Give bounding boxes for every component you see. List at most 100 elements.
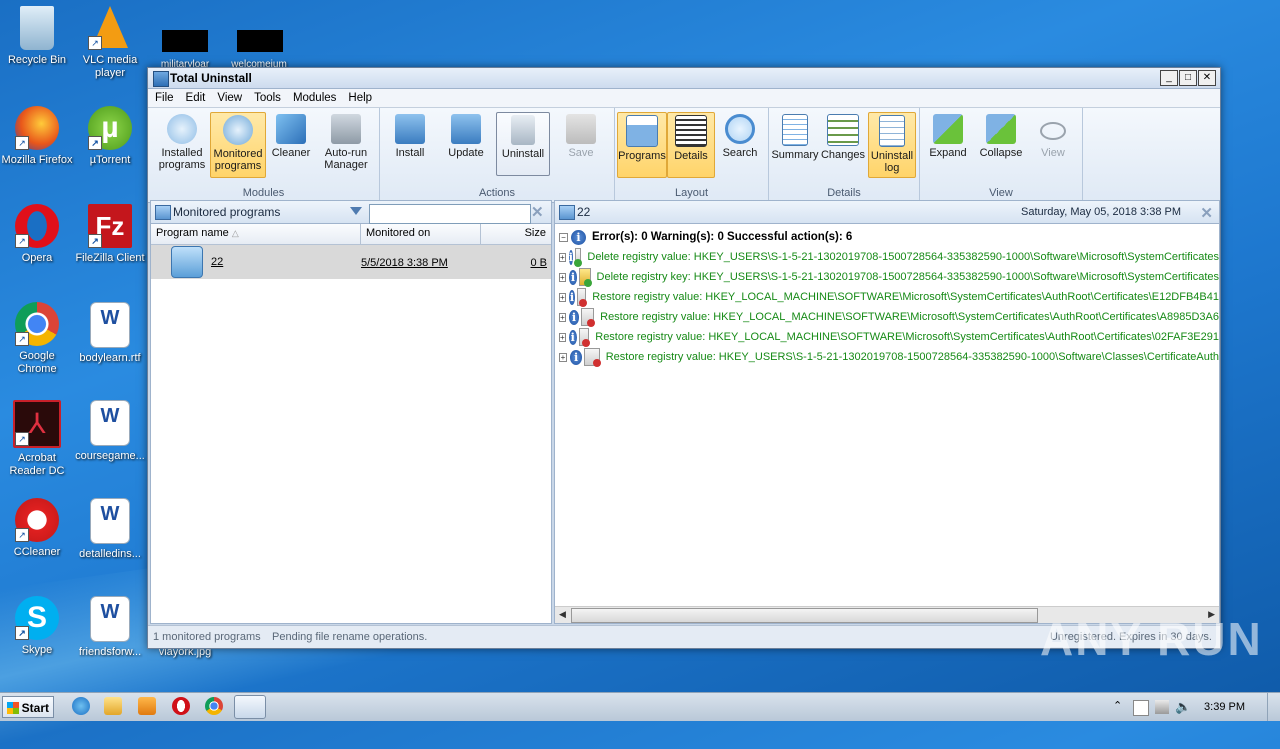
desktop-icon-bodylearn[interactable]: W bodylearn.rtf xyxy=(73,302,147,365)
cleaner-button[interactable]: Cleaner xyxy=(268,112,314,176)
desktop-icon-ccleaner[interactable]: ↗ CCleaner xyxy=(0,498,74,559)
clock[interactable]: 3:39 PM xyxy=(1204,701,1245,713)
close-button[interactable]: ✕ xyxy=(1198,70,1216,86)
column-monitored-on[interactable]: Monitored on xyxy=(361,224,481,244)
status-count: 1 monitored programs xyxy=(153,631,261,643)
file-explorer-icon[interactable] xyxy=(104,697,122,715)
ccleaner-icon: ↗ xyxy=(15,498,59,542)
network-icon[interactable] xyxy=(1155,700,1169,714)
redacted-icon[interactable] xyxy=(162,30,208,52)
expand-toggle-icon[interactable]: + xyxy=(559,352,567,362)
desktop-icon-filezilla[interactable]: Fz ↗ FileZilla Client xyxy=(73,204,147,265)
search-button[interactable]: Search xyxy=(717,112,763,176)
expand-tree-icon xyxy=(933,114,963,144)
install-button[interactable]: Install xyxy=(386,112,434,176)
desktop-icon-coursegame[interactable]: W coursegame... xyxy=(73,400,147,463)
desktop-icon-label: friendsforw... xyxy=(78,646,142,658)
monitored-programs-button[interactable]: Monitored programs xyxy=(210,112,266,178)
expand-toggle-icon[interactable]: + xyxy=(559,252,566,262)
menu-file[interactable]: File xyxy=(155,92,174,104)
collapse-button[interactable]: Collapse xyxy=(974,112,1028,176)
desktop-icon-skype[interactable]: S ↗ Skype xyxy=(0,596,74,657)
skype-icon: S ↗ xyxy=(15,596,59,640)
desktop-icon-firefox[interactable]: ↗ Mozilla Firefox xyxy=(0,106,74,167)
volume-icon[interactable]: 🔈 xyxy=(1175,699,1191,715)
save-button[interactable]: Save xyxy=(558,112,604,176)
log-entry[interactable]: + i Restore registry value: HKEY_LOCAL_M… xyxy=(555,307,1219,327)
programs-layout-button[interactable]: Programs xyxy=(617,112,667,178)
desktop-icon-vlc[interactable]: ↗ VLC media player xyxy=(73,6,147,80)
opera-icon[interactable] xyxy=(172,697,190,715)
clear-filter-icon[interactable]: ✕ xyxy=(531,203,544,221)
summary-icon xyxy=(782,114,808,146)
menu-help[interactable]: Help xyxy=(348,92,372,104)
table-row[interactable]: 22 5/5/2018 3:38 PM 0 B xyxy=(151,245,551,279)
redacted-icon[interactable] xyxy=(237,30,283,52)
menu-view[interactable]: View xyxy=(217,92,242,104)
expand-button[interactable]: Expand xyxy=(924,112,972,176)
desktop-icon-detalledins[interactable]: W detalledins... xyxy=(73,498,147,561)
details-layout-button[interactable]: Details xyxy=(667,112,715,178)
registry-restore-icon xyxy=(584,348,601,367)
minimize-button[interactable]: _ xyxy=(1160,70,1178,86)
log-entry[interactable]: + i Delete registry key: HKEY_USERS\S-1-… xyxy=(555,267,1219,287)
details-date: Saturday, May 05, 2018 3:38 PM xyxy=(1021,206,1181,218)
search-icon xyxy=(725,114,755,144)
menu-tools[interactable]: Tools xyxy=(254,92,281,104)
desktop-icon-acrobat[interactable]: ⅄ ↗ Acrobat Reader DC xyxy=(0,400,74,478)
changes-button[interactable]: Changes xyxy=(819,112,867,176)
menu-modules[interactable]: Modules xyxy=(293,92,336,104)
scrollbar-thumb[interactable] xyxy=(571,608,1038,623)
window-titlebar[interactable]: Total Uninstall _ □ ✕ xyxy=(148,68,1220,89)
uninstall-log-button[interactable]: Uninstall log xyxy=(868,112,916,178)
installed-programs-button[interactable]: Installed programs xyxy=(156,112,208,176)
column-program-name[interactable]: Program name △ xyxy=(151,224,361,244)
column-size[interactable]: Size xyxy=(481,224,551,244)
desktop-icon-opera[interactable]: ↗ Opera xyxy=(0,204,74,265)
glasses-icon xyxy=(1040,122,1066,140)
desktop-icon-utorrent[interactable]: µ ↗ µTorrent xyxy=(73,106,147,167)
internet-explorer-icon[interactable] xyxy=(72,697,90,715)
desktop-icon-chrome[interactable]: ↗ Google Chrome xyxy=(0,302,74,376)
desktop-icon-label: µTorrent xyxy=(89,154,131,166)
desktop-icon-label: bodylearn.rtf xyxy=(79,352,141,364)
filter-icon[interactable] xyxy=(350,207,362,215)
filter-input[interactable] xyxy=(369,204,531,224)
update-button[interactable]: Update xyxy=(442,112,490,176)
uninstall-button[interactable]: Uninstall xyxy=(496,112,550,176)
show-desktop-button[interactable] xyxy=(1267,693,1280,721)
log-entry[interactable]: + i Restore registry value: HKEY_LOCAL_M… xyxy=(555,287,1219,307)
scroll-left-icon[interactable]: ◀ xyxy=(559,609,566,620)
start-button[interactable]: Start xyxy=(2,696,54,718)
expand-toggle-icon[interactable]: + xyxy=(559,292,566,302)
summary-button[interactable]: Summary xyxy=(771,112,819,176)
ribbon: Installed programs Monitored programs Cl… xyxy=(148,108,1220,203)
menu-edit[interactable]: Edit xyxy=(186,92,206,104)
collapse-toggle-icon[interactable]: − xyxy=(559,232,568,242)
log-entry[interactable]: + i Restore registry value: HKEY_LOCAL_M… xyxy=(555,327,1219,347)
expand-toggle-icon[interactable]: + xyxy=(559,272,566,282)
total-uninstall-window: Total Uninstall _ □ ✕ File Edit View Too… xyxy=(147,67,1221,649)
expand-toggle-icon[interactable]: + xyxy=(559,312,566,322)
recycle-bin-icon xyxy=(20,6,54,50)
maximize-button[interactable]: □ xyxy=(1179,70,1197,86)
view-button[interactable]: View xyxy=(1032,112,1074,176)
log-entry[interactable]: + i Restore registry value: HKEY_USERS\S… xyxy=(555,347,1219,367)
expand-toggle-icon[interactable]: + xyxy=(559,332,566,342)
desktop-icon-recycle-bin[interactable]: Recycle Bin xyxy=(0,6,74,67)
log-entry[interactable]: + i Delete registry value: HKEY_USERS\S-… xyxy=(555,247,1219,267)
close-details-icon[interactable]: ✕ xyxy=(1200,204,1213,222)
program-name[interactable]: 22 xyxy=(211,256,223,268)
desktop-icon-friendsforw[interactable]: W friendsforw... xyxy=(73,596,147,659)
status-message: Pending file rename operations. xyxy=(272,631,428,643)
autorun-manager-button[interactable]: Auto-run Manager xyxy=(318,112,374,176)
media-player-icon[interactable] xyxy=(138,697,156,715)
log-summary-line[interactable]: − i Error(s): 0 Warning(s): 0 Successful… xyxy=(555,227,1219,247)
show-hidden-icons[interactable]: ⌃ xyxy=(1113,699,1122,712)
chrome-icon[interactable] xyxy=(205,697,223,715)
chrome-icon: ↗ xyxy=(15,302,59,346)
watermark: ANY RUN xyxy=(1040,613,1263,665)
info-icon: i xyxy=(571,229,586,245)
total-uninstall-taskbar-button[interactable] xyxy=(234,695,266,719)
action-center-icon[interactable] xyxy=(1133,700,1149,716)
